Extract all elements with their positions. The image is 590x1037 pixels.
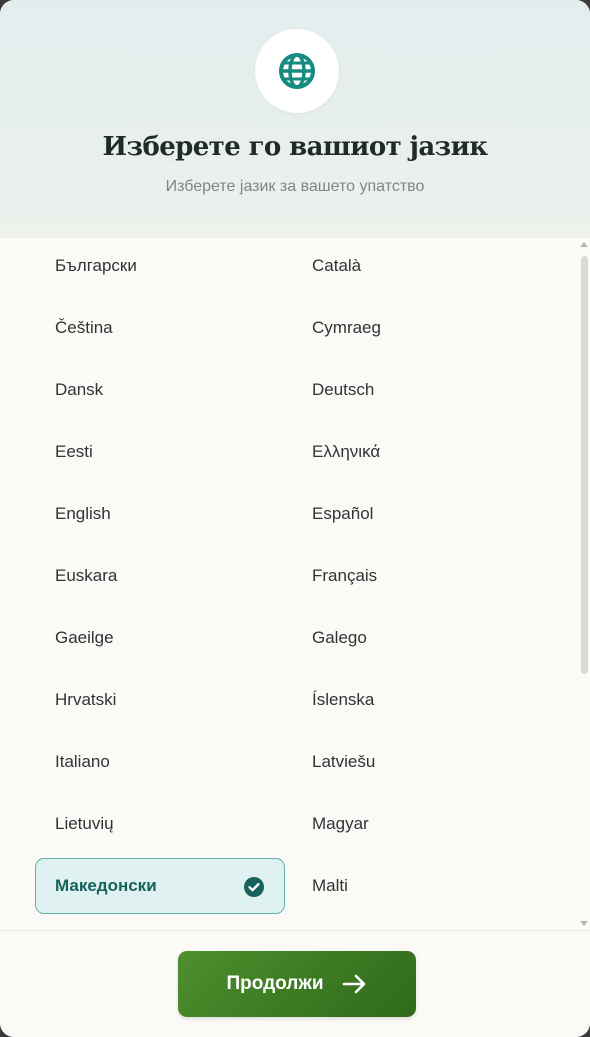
language-option-maltese[interactable]: Malti <box>292 858 542 914</box>
language-option-spanish[interactable]: Español <box>292 486 542 542</box>
language-label: Hrvatski <box>55 690 117 709</box>
language-option-croatian[interactable]: Hrvatski <box>35 672 285 728</box>
language-label: Eesti <box>55 442 93 461</box>
continue-button[interactable]: Продолжи <box>178 951 416 1017</box>
language-label: Български <box>55 256 137 275</box>
language-label: Malti <box>312 876 348 895</box>
language-option-irish[interactable]: Gaeilge <box>35 610 285 666</box>
language-option-italian[interactable]: Italiano <box>35 734 285 790</box>
dialog-title: Изберете го вашиот јазик <box>102 132 489 162</box>
language-option-icelandic[interactable]: Íslenska <box>292 672 542 728</box>
globe-icon-badge <box>255 29 339 113</box>
language-option-galician[interactable]: Galego <box>292 610 542 666</box>
dialog-subtitle: Изберете јазик за вашето упатство <box>165 178 425 195</box>
language-list: Български Català Čeština Cymraeg Dansk D… <box>0 238 590 930</box>
language-list-scrollbar[interactable] <box>577 238 590 930</box>
language-option-hungarian[interactable]: Magyar <box>292 796 542 852</box>
language-label: Ελληνικά <box>312 442 381 461</box>
check-circle-icon <box>244 877 264 897</box>
language-option-lithuanian[interactable]: Lietuvių <box>35 796 285 852</box>
language-label: Magyar <box>312 814 369 833</box>
language-label: Latviešu <box>312 752 376 771</box>
language-option-welsh[interactable]: Cymraeg <box>292 300 542 356</box>
arrow-right-icon <box>342 974 365 994</box>
language-label: Galego <box>312 628 367 647</box>
language-label: Íslenska <box>312 690 375 709</box>
language-option-estonian[interactable]: Eesti <box>35 424 285 480</box>
language-option-french[interactable]: Français <box>292 548 542 604</box>
language-option-macedonian[interactable]: Македонски <box>35 858 285 914</box>
language-option-czech[interactable]: Čeština <box>35 300 285 356</box>
language-option-german[interactable]: Deutsch <box>292 362 542 418</box>
language-option-bulgarian[interactable]: Български <box>35 238 285 294</box>
dialog-footer: Продолжи <box>0 930 590 1037</box>
language-option-catalan[interactable]: Català <box>292 238 542 294</box>
language-label: Lietuvių <box>55 814 114 833</box>
language-option-latvian[interactable]: Latviešu <box>292 734 542 790</box>
language-label: Català <box>312 256 362 275</box>
language-label: Gaeilge <box>55 628 114 647</box>
globe-icon <box>279 53 315 89</box>
continue-label: Продолжи <box>226 973 324 994</box>
language-label: Italiano <box>55 752 110 771</box>
language-label: Euskara <box>55 566 118 585</box>
language-label: Français <box>312 566 378 585</box>
scrollbar-thumb[interactable] <box>581 256 588 674</box>
language-dialog: Изберете го вашиот јазик Изберете јазик … <box>0 0 590 1037</box>
language-label: Cymraeg <box>312 318 381 337</box>
language-option-english[interactable]: English <box>35 486 285 542</box>
language-label: Deutsch <box>312 380 375 399</box>
language-label: Español <box>312 504 374 523</box>
language-option-danish[interactable]: Dansk <box>35 362 285 418</box>
language-label: Čeština <box>55 318 113 337</box>
scroll-up-arrow-icon[interactable] <box>580 242 588 247</box>
scroll-down-arrow-icon[interactable] <box>580 921 588 926</box>
language-option-basque[interactable]: Euskara <box>35 548 285 604</box>
language-label: Dansk <box>55 380 104 399</box>
language-label: English <box>55 504 111 523</box>
language-label: Македонски <box>55 876 157 895</box>
language-option-greek[interactable]: Ελληνικά <box>292 424 542 480</box>
dialog-header: Изберете го вашиот јазик Изберете јазик … <box>0 0 590 238</box>
